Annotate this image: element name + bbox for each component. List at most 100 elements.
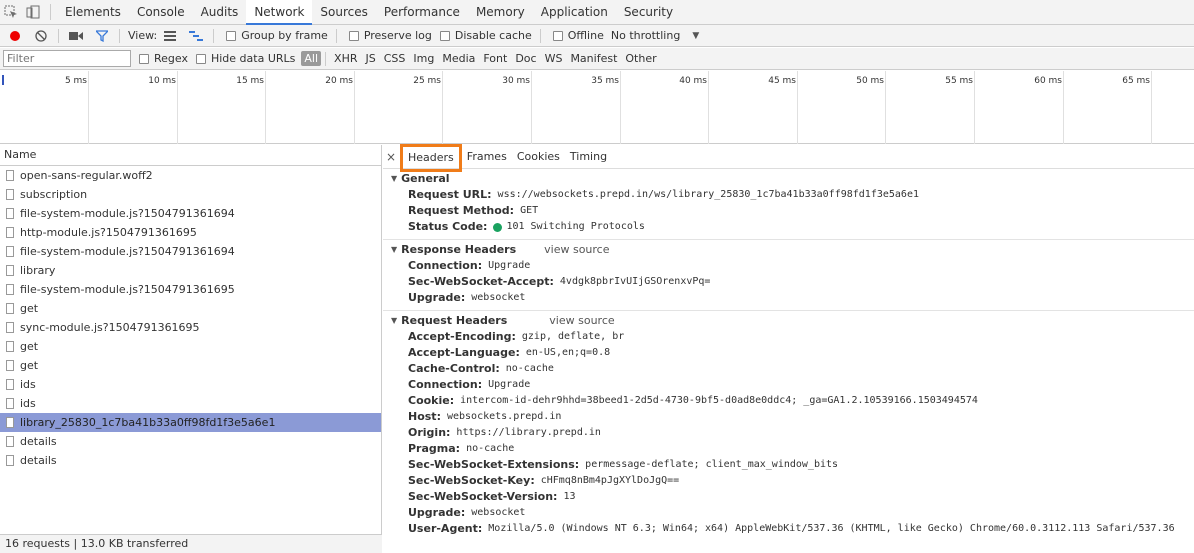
clear-icon[interactable] [34, 29, 48, 43]
chevron-down-icon[interactable]: ▼ [692, 31, 699, 41]
filter-type-media[interactable]: Media [438, 52, 479, 65]
header-value: wss://websockets.prepd.in/ws/library_258… [497, 189, 919, 200]
request-row[interactable]: subscription [0, 185, 381, 204]
filter-input[interactable] [3, 50, 131, 67]
view-source-link[interactable]: view source [544, 242, 609, 258]
general-section-header[interactable]: ▼ General [383, 171, 1194, 187]
filter-type-img[interactable]: Img [409, 52, 438, 65]
header-key: Sec-WebSocket-Extensions: [408, 458, 580, 471]
divider [119, 28, 120, 43]
disable-cache-checkbox[interactable] [439, 30, 450, 41]
group-by-frame-checkbox[interactable] [226, 30, 237, 41]
tab-security[interactable]: Security [616, 0, 681, 25]
close-icon[interactable]: × [386, 150, 400, 164]
request-name: library [20, 264, 56, 277]
waterfall-overview-icon[interactable] [189, 29, 204, 43]
filter-type-xhr[interactable]: XHR [330, 52, 361, 65]
tab-application[interactable]: Application [533, 0, 616, 25]
header-key: Sec-WebSocket-Version: [408, 490, 558, 503]
header-row: Accept-Encoding: gzip, deflate, br [383, 329, 1194, 345]
record-button[interactable] [10, 30, 20, 41]
header-value: intercom-id-dehr9hhd=38beed1-2d5d-4730-9… [460, 395, 978, 406]
tab-network[interactable]: Network [246, 0, 313, 25]
panel-tab-bar: Elements Console Audits Network Sources … [0, 0, 1194, 25]
request-row[interactable]: file-system-module.js?1504791361695 [0, 280, 381, 299]
request-row[interactable]: file-system-module.js?1504791361694 [0, 242, 381, 261]
request-rows: open-sans-regular.woff2 subscription file-… [0, 166, 381, 470]
preserve-log-label: Preserve log [363, 29, 432, 42]
header-key: Request Method: [408, 204, 515, 217]
filter-type-font[interactable]: Font [479, 52, 511, 65]
hide-data-urls-checkbox[interactable] [195, 53, 206, 64]
filter-type-doc[interactable]: Doc [511, 52, 540, 65]
filter-type-ws[interactable]: WS [541, 52, 567, 65]
divider [539, 28, 541, 43]
video-camera-icon[interactable] [69, 29, 83, 43]
tab-cookies[interactable]: Cookies [512, 145, 565, 169]
request-row[interactable]: file-system-module.js?1504791361694 [0, 204, 381, 223]
tab-performance[interactable]: Performance [376, 0, 468, 25]
tab-sources[interactable]: Sources [312, 0, 375, 25]
request-row[interactable]: library [0, 261, 381, 280]
request-row[interactable]: get [0, 337, 381, 356]
request-name: http-module.js?1504791361695 [20, 226, 197, 239]
tab-elements[interactable]: Elements [57, 0, 129, 25]
triangle-down-icon: ▼ [391, 316, 398, 325]
request-row[interactable]: sync-module.js?1504791361695 [0, 318, 381, 337]
status-ok-icon [493, 223, 503, 232]
tab-headers[interactable]: Headers [400, 143, 462, 172]
name-column-header[interactable]: Name [0, 145, 381, 166]
request-name: details [20, 435, 57, 448]
timeline-overview[interactable]: 5 ms 10 ms 15 ms 20 ms 25 ms 30 ms 35 ms 40 ms 4… [0, 71, 1194, 144]
file-icon [6, 436, 14, 447]
divider [50, 4, 51, 20]
file-icon [6, 208, 14, 219]
file-icon [6, 265, 14, 276]
inspect-element-icon[interactable] [0, 1, 22, 23]
response-headers-header[interactable]: ▼ Response Headers view source [383, 242, 1194, 258]
tab-console[interactable]: Console [129, 0, 193, 25]
filter-type-manifest[interactable]: Manifest [566, 52, 621, 65]
file-icon [6, 455, 14, 466]
view-source-link[interactable]: view source [549, 313, 614, 329]
tab-timing[interactable]: Timing [565, 145, 612, 169]
request-row[interactable]: http-module.js?1504791361695 [0, 223, 381, 242]
header-value: websocket [471, 507, 526, 518]
header-value: no-cache [505, 363, 554, 374]
request-row[interactable]: get [0, 299, 381, 318]
filter-type-all[interactable]: All [301, 51, 322, 66]
request-row[interactable]: ids [0, 375, 381, 394]
disable-cache-label: Disable cache [454, 29, 532, 42]
throttling-select[interactable]: No throttling [611, 29, 680, 42]
filter-bar: Regex Hide data URLs All XHR JS CSS Img … [0, 48, 1194, 70]
header-value: Mozilla/5.0 (Windows NT 6.3; Win64; x64)… [488, 523, 1175, 534]
filter-type-css[interactable]: CSS [380, 52, 410, 65]
file-icon [6, 398, 14, 409]
tab-frames[interactable]: Frames [462, 145, 512, 169]
divider [213, 28, 215, 43]
request-headers-header[interactable]: ▼ Request Headers view source [383, 313, 1194, 329]
general-title: General [401, 172, 450, 185]
header-key: Connection: [408, 259, 483, 272]
offline-checkbox[interactable] [552, 30, 563, 41]
filter-type-js[interactable]: JS [361, 52, 379, 65]
header-value: permessage-deflate; client_max_window_bi… [585, 459, 839, 470]
request-row[interactable]: details [0, 432, 381, 451]
filter-icon[interactable] [95, 29, 109, 43]
tab-audits[interactable]: Audits [193, 0, 247, 25]
device-toolbar-icon[interactable] [22, 1, 44, 23]
tab-memory[interactable]: Memory [468, 0, 533, 25]
header-row: Cache-Control: no-cache [383, 361, 1194, 377]
request-row[interactable]: get [0, 356, 381, 375]
request-row[interactable]: open-sans-regular.woff2 [0, 166, 381, 185]
response-headers-title: Response Headers [401, 243, 517, 256]
triangle-down-icon: ▼ [391, 245, 398, 254]
request-row[interactable]: ids [0, 394, 381, 413]
request-row[interactable]: details [0, 451, 381, 470]
regex-checkbox[interactable] [139, 53, 149, 64]
large-rows-icon[interactable] [163, 29, 177, 43]
request-row[interactable]: library_25830_1c7ba41b33a0ff98fd1f3e5a6e… [0, 413, 381, 432]
view-label: View: [128, 29, 158, 42]
filter-type-other[interactable]: Other [621, 52, 660, 65]
preserve-log-checkbox[interactable] [348, 30, 359, 41]
